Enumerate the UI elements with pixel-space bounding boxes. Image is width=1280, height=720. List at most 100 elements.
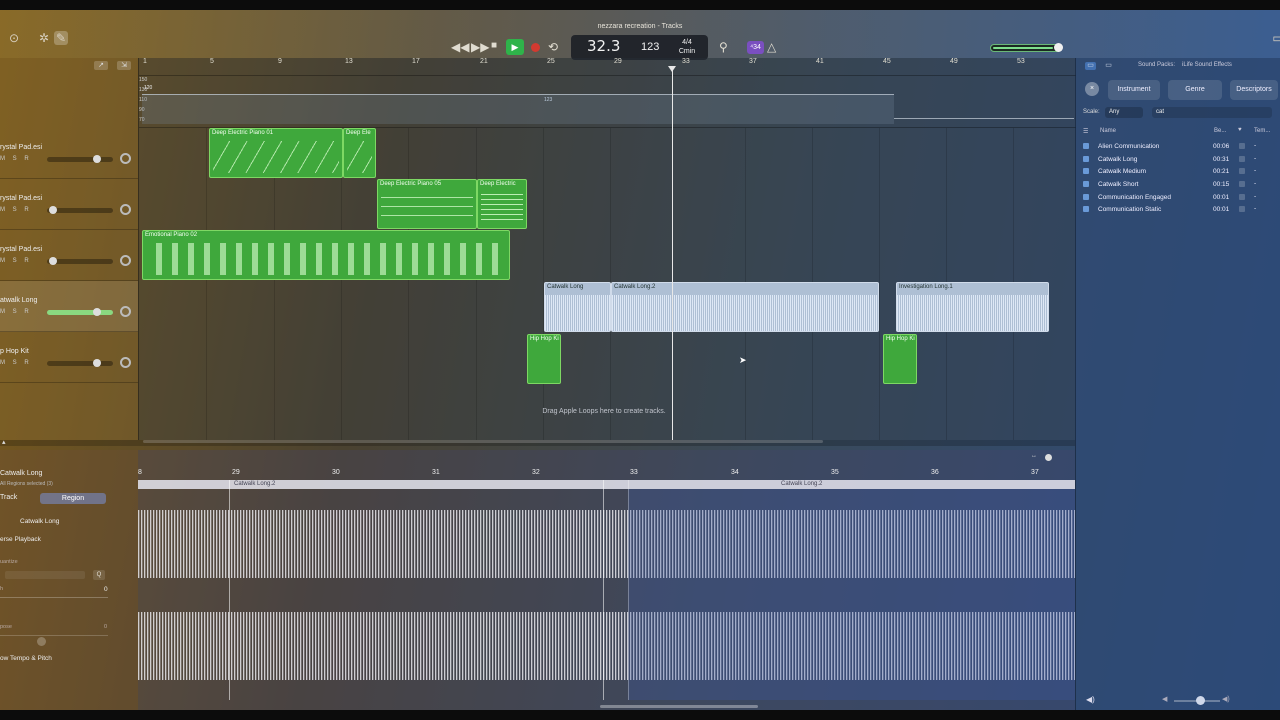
zoom-knob[interactable] <box>1045 454 1052 461</box>
transpose-knob[interactable] <box>37 637 46 646</box>
gain-slider[interactable] <box>0 597 108 598</box>
lcd-display[interactable]: 32.3 123 4/4 Cmin <box>571 35 708 60</box>
playhead[interactable] <box>672 66 673 440</box>
reset-icon[interactable]: × <box>1085 82 1099 96</box>
favorite-checkbox[interactable] <box>1239 181 1245 187</box>
track-buttons[interactable]: M S R <box>0 207 32 213</box>
loops-icon[interactable]: ▭ <box>1085 62 1096 70</box>
automation-icon[interactable]: ↗ <box>94 61 108 70</box>
tracks-area[interactable]: 1 5 9 13 17 21 25 29 33 37 41 45 49 53 1… <box>138 58 1076 443</box>
reverse-playback-checkbox[interactable]: erse Playback <box>0 536 41 543</box>
column-beats[interactable]: Be... <box>1214 128 1226 134</box>
midi-region[interactable]: Deep Electric Piano 05 <box>377 179 477 229</box>
cycle-icon[interactable]: ⟲ <box>548 40 558 54</box>
rewind-icon[interactable]: ◀◀ <box>451 40 469 54</box>
audio-region[interactable]: Catwalk Long.2 <box>611 282 879 332</box>
track-row[interactable]: rystal Pad.esi M S R <box>0 128 138 179</box>
tab-genre[interactable]: Genre <box>1168 80 1222 100</box>
list-icon[interactable]: ☰ <box>1083 128 1088 135</box>
editor-scrollbar[interactable] <box>600 705 758 708</box>
play-button[interactable]: ▶ <box>506 39 524 55</box>
loop-result-row[interactable]: Catwalk Short 00:15 - <box>1076 179 1280 191</box>
favorite-checkbox[interactable] <box>1239 156 1245 162</box>
track-volume-knob[interactable] <box>93 308 101 316</box>
loop-result-row[interactable]: Catwalk Long 00:31 - <box>1076 154 1280 166</box>
audio-region[interactable]: Investigation Long.1 <box>896 282 1049 332</box>
count-in-badge[interactable]: ⁴34 <box>747 41 764 54</box>
favorite-heart-icon[interactable]: ♥ <box>1238 127 1242 133</box>
track-pan-knob[interactable] <box>120 204 131 215</box>
track-buttons[interactable]: M S R <box>0 360 32 366</box>
editor-playhead[interactable] <box>603 480 604 700</box>
quantize-select[interactable] <box>5 571 85 579</box>
editor-region-bar[interactable]: Catwalk Long.2 Catwalk Long.2 <box>138 480 1075 489</box>
track-volume-knob[interactable] <box>49 206 57 214</box>
scale-select[interactable]: Any <box>1105 107 1143 118</box>
tab-track[interactable]: Track <box>0 494 17 501</box>
track-buttons[interactable]: M S R <box>0 258 32 264</box>
track-row[interactable]: atwalk Long M S R <box>0 281 138 332</box>
region-name[interactable]: Catwalk Long <box>20 518 59 525</box>
zoom-icon[interactable]: ↔ <box>1031 453 1037 459</box>
record-button[interactable] <box>531 43 540 52</box>
track-volume-slider[interactable] <box>47 310 113 315</box>
sound-packs-select[interactable]: iLife Sound Effects <box>1182 62 1232 68</box>
track-volume-slider[interactable] <box>47 361 113 366</box>
tab-descriptors[interactable]: Descriptors <box>1230 80 1278 100</box>
help-icon[interactable]: ⊙ <box>7 31 21 45</box>
stop-icon[interactable]: ■ <box>491 40 497 51</box>
midi-region[interactable]: Deep Ele <box>343 128 376 178</box>
master-volume-knob[interactable] <box>1054 43 1063 52</box>
speaker-icon[interactable]: ◀) <box>1086 695 1095 704</box>
files-icon[interactable]: ▭ <box>1103 62 1114 70</box>
audio-region[interactable]: Catwalk Long <box>544 282 611 332</box>
track-row[interactable]: rystal Pad.esi M S R <box>0 179 138 230</box>
preview-volume-knob[interactable] <box>1196 696 1205 705</box>
track-volume-knob[interactable] <box>93 359 101 367</box>
transpose-value[interactable]: 0 <box>104 624 107 630</box>
tempo-curve[interactable]: 120 123 <box>142 85 894 124</box>
track-row[interactable]: rystal Pad.esi M S R <box>0 230 138 281</box>
track-volume-knob[interactable] <box>93 155 101 163</box>
track-pan-knob[interactable] <box>120 255 131 266</box>
drum-region[interactable]: Hip Hop Ki <box>527 334 561 384</box>
favorite-checkbox[interactable] <box>1239 143 1245 149</box>
smart-controls-icon[interactable]: ✲ <box>37 31 51 45</box>
quantize-button[interactable]: Q <box>93 570 105 580</box>
tab-instrument[interactable]: Instrument <box>1108 80 1160 100</box>
track-buttons[interactable]: M S R <box>0 309 32 315</box>
track-volume-knob[interactable] <box>49 257 57 265</box>
column-name[interactable]: Name <box>1100 128 1116 134</box>
follow-tempo-checkbox[interactable]: ow Tempo & Pitch <box>0 655 52 662</box>
column-tempo[interactable]: Tem... <box>1254 128 1270 134</box>
track-pan-knob[interactable] <box>120 306 131 317</box>
track-pan-knob[interactable] <box>120 153 131 164</box>
catch-icon[interactable]: ⇲ <box>117 61 131 70</box>
midi-region[interactable]: Deep Electric <box>477 179 527 229</box>
fast-forward-icon[interactable]: ▶▶ <box>471 40 489 54</box>
track-volume-slider[interactable] <box>47 157 113 162</box>
master-volume-slider[interactable] <box>990 44 1062 52</box>
midi-region[interactable]: Emotional Piano 02 <box>142 230 510 280</box>
track-buttons[interactable]: M S R <box>0 156 32 162</box>
midi-region[interactable]: Deep Electric Piano 01 <box>209 128 343 178</box>
bar-ruler[interactable]: 1 5 9 13 17 21 25 29 33 37 41 45 49 53 <box>139 58 1076 76</box>
transpose-slider[interactable] <box>0 635 108 636</box>
track-pan-knob[interactable] <box>120 357 131 368</box>
metronome-icon[interactable]: △ <box>767 40 776 54</box>
editors-icon[interactable]: ✎ <box>54 31 68 45</box>
search-input[interactable]: cat <box>1152 107 1272 118</box>
loop-result-row[interactable]: Communication Engaged 00:01 - <box>1076 192 1280 204</box>
audio-editor[interactable]: ↔ 8 29 30 31 32 33 34 35 36 37 Catwalk L… <box>138 450 1075 710</box>
playhead-handle[interactable] <box>668 66 676 72</box>
tuner-icon[interactable]: ⚲ <box>719 40 728 54</box>
browser-toggle-icon[interactable]: ▭ <box>1271 31 1280 45</box>
editor-ruler[interactable]: 8 29 30 31 32 33 34 35 36 37 <box>138 466 1075 480</box>
loop-result-row[interactable]: Communication Static 00:01 - <box>1076 204 1280 216</box>
editor-divider[interactable]: ▴ <box>0 438 1075 446</box>
loop-result-row[interactable]: Alien Communication 00:06 - <box>1076 141 1280 153</box>
loop-result-row[interactable]: Catwalk Medium 00:21 - <box>1076 166 1280 178</box>
drum-region[interactable]: Hip Hop Ki <box>883 334 917 384</box>
editor-toggle-icon[interactable]: ▴ <box>2 438 6 446</box>
favorite-checkbox[interactable] <box>1239 168 1245 174</box>
